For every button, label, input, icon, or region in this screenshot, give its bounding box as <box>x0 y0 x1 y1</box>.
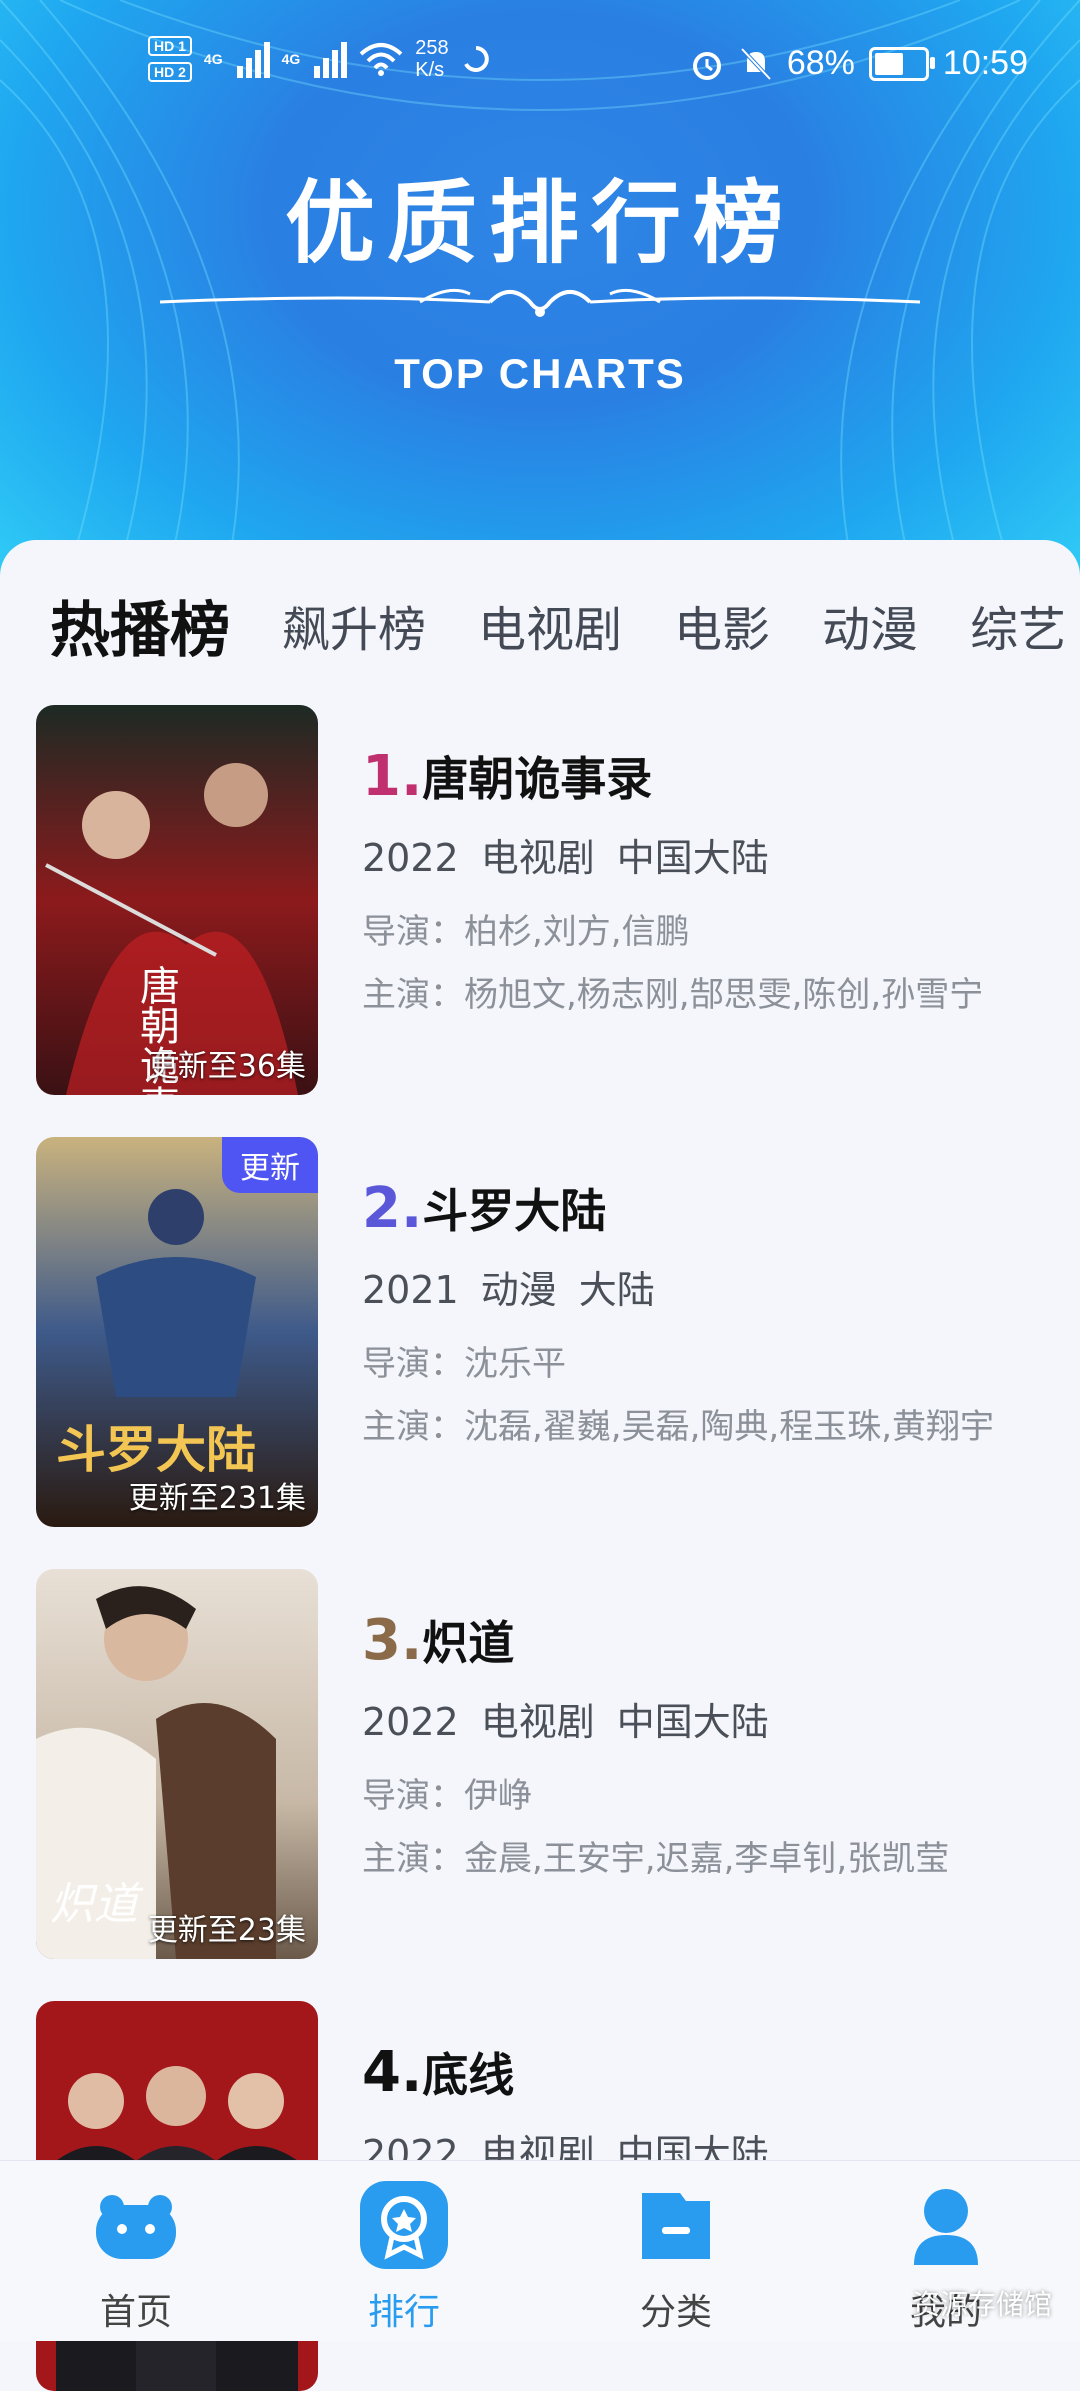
director-line: 导演：伊峥 <box>362 1776 532 1816</box>
poster-image[interactable]: 炽道 更新至23集 <box>36 1569 318 1959</box>
watermark-text: 资源存储馆 <box>911 2288 1052 2321</box>
genre: 电视剧 <box>480 836 595 880</box>
poster-image[interactable]: 唐朝诡事录 更新至36集 <box>36 705 318 1095</box>
item-meta: 2022 电视剧 中国大陆 <box>362 827 1046 882</box>
rank-number: 4. <box>362 2040 423 2105</box>
nav-ranking[interactable]: 排行 <box>304 2179 504 2335</box>
item-title[interactable]: 2.斗罗大陆 <box>362 1175 1046 1241</box>
status-bar: HD 1 HD 2 4G 4G 258 K/s 68% 10:59 <box>0 0 1080 130</box>
battery-icon <box>868 46 935 81</box>
bear-home-icon <box>96 2195 176 2259</box>
item-meta: 2022 电视剧 中国大陆 <box>362 1691 1046 1746</box>
ranking-content: 热播榜 飙升榜 电视剧 电影 动漫 综艺 唐朝诡事录 更新至36集 1.唐朝诡事… <box>0 540 1080 2391</box>
tab-hot[interactable]: 热播榜 <box>50 582 230 669</box>
tab-anime[interactable]: 动漫 <box>822 590 918 660</box>
banner-title: 优质排行榜 <box>285 171 795 276</box>
show-name: 唐朝诡事录 <box>422 752 653 806</box>
cast-line: 主演：杨旭文,杨志刚,郜思雯,陈创,孙雪宁 <box>362 975 984 1015</box>
year: 2022 <box>362 836 459 880</box>
alarm-icon <box>692 51 721 80</box>
item-title[interactable]: 1.唐朝诡事录 <box>362 743 1046 809</box>
network-type-1: 4G <box>203 51 223 67</box>
ranking-item[interactable]: 唐朝诡事录 更新至36集 1.唐朝诡事录 2022 电视剧 中国大陆 导演：柏杉,刘… <box>36 705 1046 1095</box>
poster-title-art: 斗罗大陆 <box>56 1420 256 1479</box>
rank-number: 3. <box>362 1608 423 1673</box>
battery-fill <box>874 52 904 75</box>
user-profile-icon <box>914 2189 978 2265</box>
tab-variety[interactable]: 综艺 <box>970 590 1066 660</box>
bottom-navigation: 首页 排行 分类 我的 资源存储馆 <box>0 2160 1080 2341</box>
ranking-item[interactable]: 炽道 更新至23集 3.炽道 2022 电视剧 中国大陆 导演：伊峥 主演：金晨,王… <box>36 1569 1046 1959</box>
clock: 10:59 <box>942 44 1028 82</box>
network-speed-unit: K/s <box>415 59 445 81</box>
nav-label: 首页 <box>99 2292 172 2333</box>
poster-art: 唐朝诡事录 <box>36 705 318 1095</box>
region: 大陆 <box>578 1268 655 1312</box>
ranking-badge-icon <box>360 2181 448 2269</box>
signal-icon <box>236 40 270 78</box>
sync-icon <box>463 46 489 72</box>
show-name: 斗罗大陆 <box>422 1184 607 1238</box>
region: 中国大陆 <box>616 836 769 880</box>
hd-badge-2: HD 2 <box>148 62 192 82</box>
item-title[interactable]: 3.炽道 <box>362 1607 1046 1673</box>
cast-line: 主演：金晨,王安宇,迟嘉,李卓钊,张凯莹 <box>362 1839 950 1879</box>
network-speed-value: 258 <box>415 37 449 59</box>
poster-art: 炽道 <box>36 1569 318 1959</box>
item-info: 3.炽道 2022 电视剧 中国大陆 导演：伊峥 主演：金晨,王安宇,迟嘉,李卓钊,… <box>362 1607 1046 1880</box>
update-label: 更新至231集 <box>128 1481 306 1516</box>
ranking-item[interactable]: 斗罗大陆 更新 更新至231集 2.斗罗大陆 2021 动漫 大陆 导演：沈乐平 主… <box>36 1137 1046 1527</box>
nav-home[interactable]: 首页 <box>36 2179 236 2335</box>
banner-subtitle: TOP CHARTS <box>394 350 686 397</box>
item-meta: 2021 动漫 大陆 <box>362 1259 1046 1314</box>
item-info: 1.唐朝诡事录 2022 电视剧 中国大陆 导演：柏杉,刘方,信鹏 主演：杨旭文,杨… <box>362 743 1046 1016</box>
show-name: 炽道 <box>422 1616 515 1670</box>
nav-category[interactable]: 分类 <box>576 2179 776 2335</box>
genre: 电视剧 <box>480 1700 595 1744</box>
battery-percent: 68% <box>786 44 855 82</box>
network-type-2: 4G <box>281 51 301 67</box>
tab-movies[interactable]: 电影 <box>674 590 770 660</box>
poster-image[interactable]: 斗罗大陆 更新 更新至231集 <box>36 1137 318 1527</box>
year: 2022 <box>362 1700 459 1744</box>
hd-badge-1: HD 1 <box>148 36 192 56</box>
wifi-icon <box>359 43 403 76</box>
item-info: 4.底线 2022 电视剧 中国大陆 <box>362 2039 1046 2178</box>
genre: 动漫 <box>480 1268 557 1312</box>
category-folder-icon <box>642 2193 710 2259</box>
signal-icon-2 <box>314 40 348 78</box>
mute-bell-icon <box>740 47 772 80</box>
ranking-tabs: 热播榜 飙升榜 电视剧 电影 动漫 综艺 <box>50 580 1080 670</box>
tab-tv-series[interactable]: 电视剧 <box>478 590 622 660</box>
item-title[interactable]: 4.底线 <box>362 2039 1046 2105</box>
rank-number: 1. <box>362 744 423 809</box>
poster-art: 斗罗大陆 <box>36 1137 318 1527</box>
poster-title-art: 炽道 <box>50 1879 144 1930</box>
nav-label: 排行 <box>367 2292 440 2333</box>
cast-line: 主演：沈磊,翟巍,吴磊,陶典,程玉珠,黄翔宇 <box>362 1407 995 1447</box>
show-name: 底线 <box>422 2048 515 2102</box>
director-line: 导演：沈乐平 <box>362 1344 566 1384</box>
year: 2021 <box>362 1268 459 1312</box>
nav-label: 分类 <box>639 2292 712 2333</box>
director-line: 导演：柏杉,刘方,信鹏 <box>362 912 690 952</box>
rank-number: 2. <box>362 1176 423 1241</box>
ornament-divider <box>160 288 920 317</box>
tab-rising[interactable]: 飙升榜 <box>282 590 426 660</box>
update-label: 更新至36集 <box>147 1049 306 1084</box>
top-charts-banner: HD 1 HD 2 4G 4G 258 K/s 68% 10:59 优质排行榜 … <box>0 0 1080 600</box>
item-info: 2.斗罗大陆 2021 动漫 大陆 导演：沈乐平 主演：沈磊,翟巍,吴磊,陶典,程玉… <box>362 1175 1046 1448</box>
update-label: 更新至23集 <box>147 1913 306 1948</box>
update-tag: 更新 <box>222 1137 318 1193</box>
region: 中国大陆 <box>616 1700 769 1744</box>
